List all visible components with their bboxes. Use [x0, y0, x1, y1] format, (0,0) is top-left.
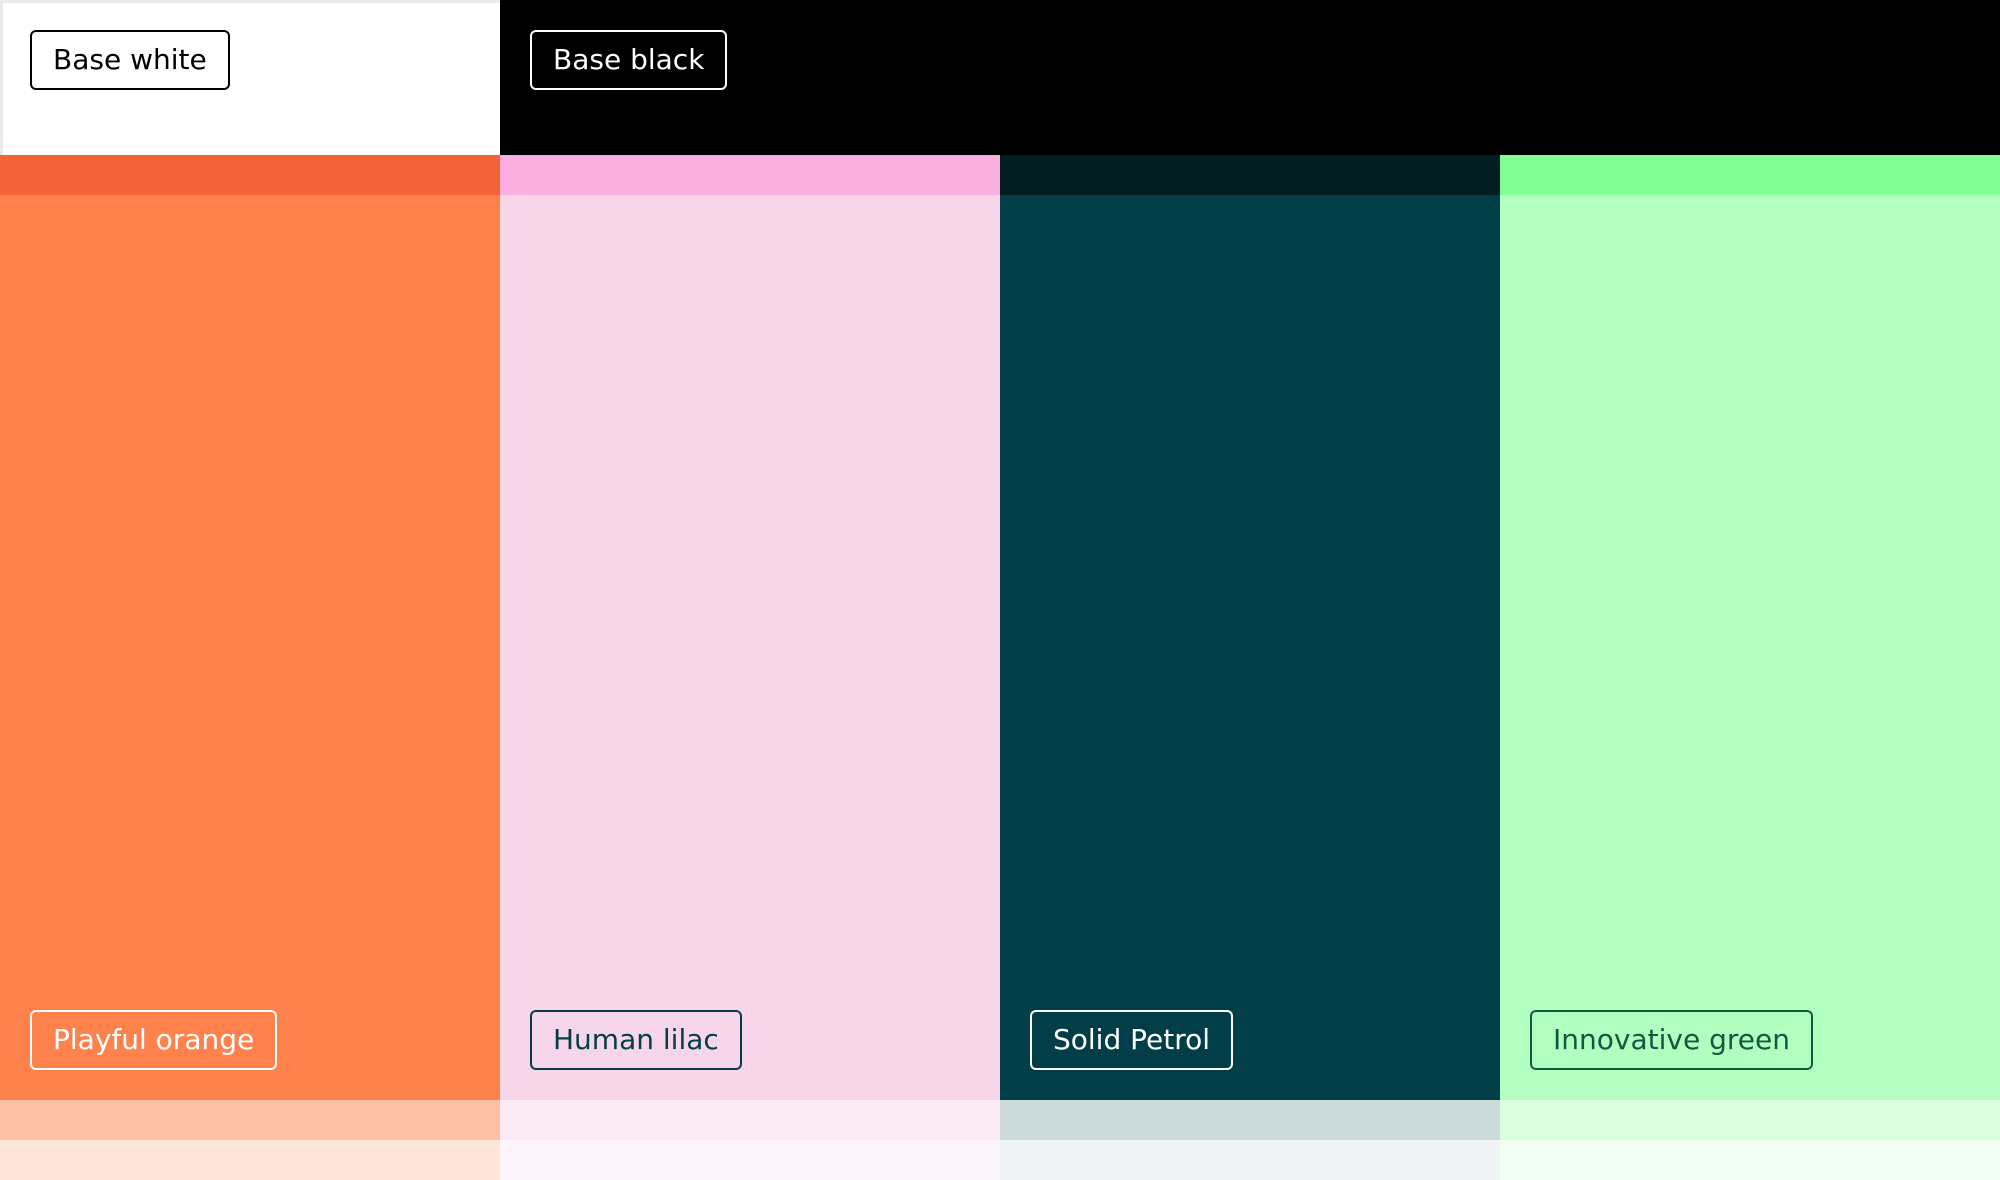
human-lilac-label: Human lilac	[530, 1010, 742, 1070]
human-lilac-tint-1	[500, 1100, 1000, 1140]
playful-orange-label: Playful orange	[30, 1010, 278, 1070]
swatch-solid-petrol	[1000, 195, 1500, 1100]
innovative-green-tint-1	[1500, 1100, 2000, 1140]
swatch-human-lilac	[500, 195, 1000, 1100]
human-lilac-tint-2	[500, 1140, 1000, 1180]
playful-orange-tint-1	[0, 1100, 500, 1140]
swatch-playful-orange	[0, 195, 500, 1100]
base-white-label: Base white	[30, 30, 230, 90]
solid-petrol-tint-2	[1000, 1140, 1500, 1180]
solid-petrol-tint-1	[1000, 1100, 1500, 1140]
innovative-green-label: Innovative green	[1530, 1010, 1813, 1070]
human-lilac-dark-tint	[500, 155, 1000, 195]
innovative-green-dark-tint	[1500, 155, 2000, 195]
innovative-green-tint-2	[1500, 1140, 2000, 1180]
playful-orange-tint-2	[0, 1140, 500, 1180]
playful-orange-dark-tint	[0, 155, 500, 195]
solid-petrol-label: Solid Petrol	[1030, 1010, 1234, 1070]
swatch-innovative-green	[1500, 195, 2000, 1100]
base-black-label: Base black	[530, 30, 728, 90]
solid-petrol-dark-tint	[1000, 155, 1500, 195]
